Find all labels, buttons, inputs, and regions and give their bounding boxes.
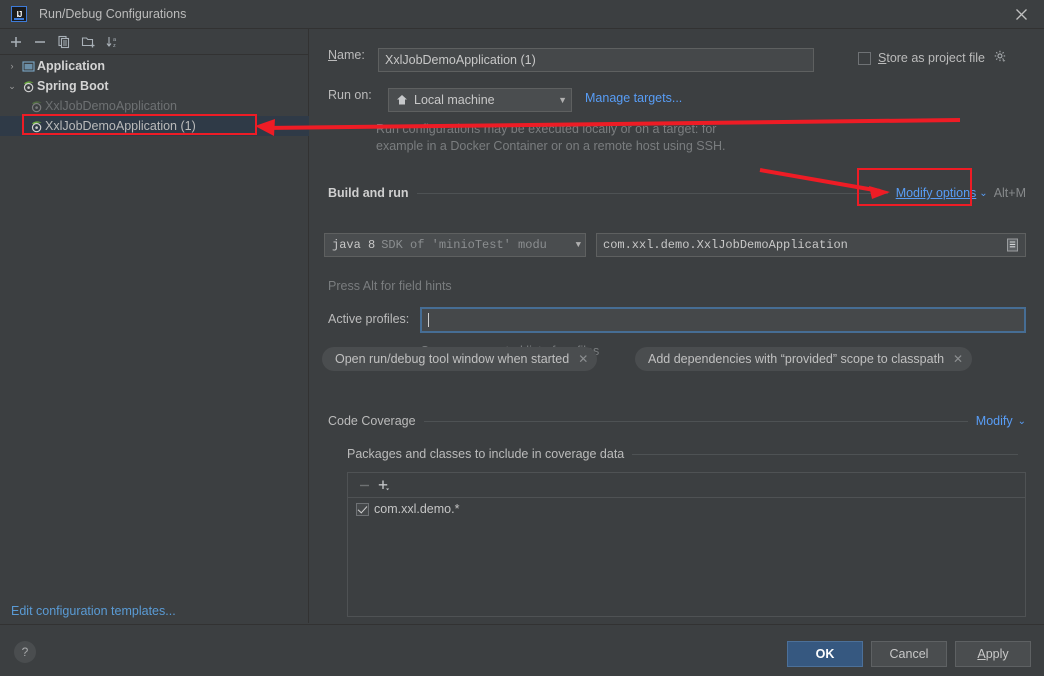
code-coverage-title: Code Coverage (328, 414, 416, 428)
gear-icon[interactable] (994, 50, 1007, 66)
build-and-run-section-header: Build and run Modify options ⌄ Alt+M (328, 186, 1026, 200)
ok-button[interactable]: OK (787, 641, 863, 667)
run-on-hint-line1: Run configurations may be executed local… (376, 122, 717, 136)
run-on-target-dropdown[interactable]: Local machine ▼ (388, 88, 572, 112)
run-debug-configurations-dialog: IJ Run/Debug Configurations a z › Applic… (0, 0, 1044, 676)
modify-options-link[interactable]: Modify options (896, 186, 977, 200)
main-class-input: com.xxl.demo.XxlJobDemoApplication (603, 238, 848, 252)
name-input[interactable]: XxlJobDemoApplication (1) (378, 48, 814, 72)
add-package-button[interactable] (377, 479, 392, 492)
help-button[interactable]: ? (14, 641, 36, 663)
chip-label: Open run/debug tool window when started (335, 352, 570, 366)
chip-add-provided-dependencies[interactable]: Add dependencies with “provided” scope t… (635, 347, 973, 371)
local-machine-icon (396, 94, 408, 106)
manage-targets-link[interactable]: Manage targets... (585, 91, 682, 105)
configurations-tree: › Application ⌄ Spring Boot XxlJobDemoAp… (0, 56, 309, 136)
active-profiles-label: Active profiles: (328, 312, 410, 326)
close-chip-icon[interactable]: ✕ (578, 352, 588, 366)
name-row: Name: (328, 48, 365, 62)
spring-boot-icon (20, 80, 37, 93)
cancel-button[interactable]: Cancel (871, 641, 947, 667)
code-coverage-modify-link[interactable]: Modify (976, 414, 1013, 428)
run-on-row: Run on: (328, 88, 372, 102)
coverage-item-checkbox[interactable] (356, 502, 369, 516)
main-class-input-wrapper[interactable]: com.xxl.demo.XxlJobDemoApplication (596, 233, 1026, 257)
svg-text:z: z (113, 43, 116, 49)
apply-label-rest: pply (985, 647, 1009, 661)
modify-options-shortcut: Alt+M (993, 186, 1026, 200)
chevron-down-icon[interactable]: ⌄ (4, 81, 20, 92)
section-divider (632, 453, 1018, 455)
class-browse-icon[interactable] (1006, 238, 1019, 252)
coverage-list-item[interactable]: com.xxl.demo.* (348, 498, 1025, 516)
jdk-dropdown[interactable]: java 8 SDK of 'minioTest' modu ▼ (324, 233, 586, 257)
tree-label: Application (37, 59, 106, 73)
run-on-hint-line2: example in a Docker Container or on a re… (376, 139, 726, 153)
name-label: Name: (328, 48, 365, 62)
chevron-down-icon[interactable]: ▼ (568, 240, 581, 250)
sidebar-toolbar: a z (0, 29, 309, 55)
title-bar: IJ Run/Debug Configurations (0, 0, 1044, 29)
chip-open-run-debug-tool-window[interactable]: Open run/debug tool window when started … (322, 347, 598, 371)
build-and-run-title: Build and run (328, 186, 409, 200)
tree-label: Spring Boot (37, 79, 109, 93)
tree-row-spring-boot[interactable]: ⌄ Spring Boot (0, 76, 309, 96)
add-configuration-button[interactable] (5, 31, 27, 53)
copy-configuration-button[interactable] (53, 31, 75, 53)
chevron-down-icon[interactable]: ⌄ (979, 188, 987, 199)
spring-boot-icon (28, 120, 45, 133)
close-chip-icon[interactable]: ✕ (953, 352, 963, 366)
window-title: Run/Debug Configurations (39, 7, 187, 21)
tree-label: XxlJobDemoApplication (45, 99, 178, 113)
sort-configurations-button[interactable]: a z (101, 31, 123, 53)
jdk-value-secondary: SDK of 'minioTest' modu (381, 238, 547, 252)
configurations-sidebar: a z › Application ⌄ Spring Boot XxlJobDe… (0, 29, 309, 623)
tree-row-xxljobdemoapplication[interactable]: XxlJobDemoApplication (0, 96, 309, 116)
store-as-project-file-label: Store as project file (878, 51, 986, 65)
active-profiles-input[interactable] (420, 307, 1026, 333)
apply-button[interactable]: Apply (955, 641, 1031, 667)
chevron-down-icon[interactable]: ⌄ (1018, 416, 1026, 427)
edit-configuration-templates-link[interactable]: Edit configuration templates... (11, 604, 176, 618)
code-coverage-section-header: Code Coverage Modify ⌄ (328, 414, 1026, 428)
tree-row-xxljobdemoapplication-1[interactable]: XxlJobDemoApplication (1) (0, 116, 309, 136)
coverage-item-label: com.xxl.demo.* (374, 502, 460, 516)
packages-section-header: Packages and classes to include in cover… (347, 447, 1026, 461)
run-on-value: Local machine (414, 93, 495, 107)
remove-package-button[interactable] (358, 479, 371, 492)
coverage-packages-list: com.xxl.demo.* (347, 472, 1026, 617)
tree-label: XxlJobDemoApplication (1) (45, 119, 196, 133)
packages-title: Packages and classes to include in cover… (347, 447, 625, 461)
chip-label: Add dependencies with “provided” scope t… (648, 352, 945, 366)
active-profiles-row: Active profiles: (328, 312, 409, 326)
field-hints-text: Press Alt for field hints (328, 279, 452, 293)
jdk-value-primary: java 8 (332, 238, 376, 252)
chevron-down-icon[interactable]: ▼ (550, 95, 567, 105)
section-divider (416, 192, 888, 194)
close-icon[interactable] (998, 0, 1044, 29)
store-as-project-file-checkbox[interactable] (858, 51, 871, 65)
application-icon (20, 60, 37, 73)
run-on-label: Run on: (328, 88, 372, 102)
tree-row-application[interactable]: › Application (0, 56, 309, 76)
coverage-list-toolbar (348, 473, 1025, 498)
section-divider (423, 420, 968, 422)
store-as-project-file-row[interactable]: Store as project file (858, 50, 1007, 66)
remove-configuration-button[interactable] (29, 31, 51, 53)
chevron-right-icon[interactable]: › (4, 61, 20, 71)
spring-boot-icon (28, 100, 45, 113)
configuration-editor-panel: Name: XxlJobDemoApplication (1) Store as… (310, 29, 1044, 623)
intellij-idea-logo-icon: IJ (11, 6, 27, 22)
save-configuration-button[interactable] (77, 31, 99, 53)
text-caret (428, 313, 429, 327)
